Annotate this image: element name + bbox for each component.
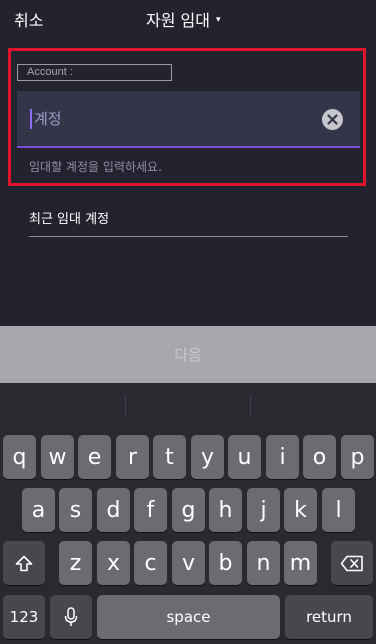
key-v[interactable]: v: [172, 541, 205, 585]
microphone-icon: [64, 607, 78, 626]
page-title: 자원 임대: [146, 11, 210, 30]
key-r[interactable]: r: [116, 435, 149, 479]
key-e[interactable]: e: [78, 435, 111, 479]
recent-accounts-label[interactable]: 최근 임대 계정: [29, 208, 109, 227]
top-bar: 취소 자원 임대 ▾: [0, 0, 376, 38]
helper-text: 임대할 계정을 입력하세요.: [29, 160, 162, 174]
key-y[interactable]: y: [191, 435, 224, 479]
key-w[interactable]: w: [41, 435, 74, 479]
next-button-label: 다음: [174, 346, 202, 364]
key-n[interactable]: n: [247, 541, 280, 585]
key-q[interactable]: q: [3, 435, 36, 479]
key-j[interactable]: j: [247, 488, 280, 532]
clear-icon[interactable]: [322, 109, 343, 130]
key-i[interactable]: i: [266, 435, 299, 479]
key-l[interactable]: l: [322, 488, 355, 532]
account-input-value: 계정: [34, 110, 62, 128]
key-a[interactable]: a: [22, 488, 55, 532]
key-c[interactable]: c: [134, 541, 167, 585]
divider: [29, 236, 348, 237]
key-d[interactable]: d: [97, 488, 130, 532]
key-f[interactable]: f: [134, 488, 167, 532]
dictation-key[interactable]: [50, 595, 92, 639]
space-key[interactable]: space: [97, 595, 280, 639]
numbers-key[interactable]: 123: [3, 595, 45, 639]
key-m[interactable]: m: [284, 541, 317, 585]
backspace-key[interactable]: [331, 541, 373, 585]
key-g[interactable]: g: [172, 488, 205, 532]
key-p[interactable]: p: [341, 435, 374, 479]
key-k[interactable]: k: [284, 488, 317, 532]
next-button[interactable]: 다음: [0, 326, 376, 383]
cancel-button[interactable]: 취소: [14, 7, 43, 31]
key-z[interactable]: z: [59, 541, 92, 585]
return-key[interactable]: return: [285, 595, 373, 639]
backspace-icon: [340, 555, 363, 571]
chevron-down-icon: ▾: [215, 15, 221, 25]
suggestion-divider: [250, 395, 251, 417]
key-s[interactable]: s: [59, 488, 92, 532]
shift-key[interactable]: [3, 541, 45, 585]
key-b[interactable]: b: [209, 541, 242, 585]
keyboard: q w e r t y u i o p a s d f g h j k l z …: [0, 383, 376, 644]
account-input[interactable]: 계정: [17, 91, 360, 148]
key-x[interactable]: x: [97, 541, 130, 585]
shift-icon: [15, 555, 33, 571]
key-o[interactable]: o: [303, 435, 336, 479]
title-dropdown[interactable]: 자원 임대 ▾: [146, 7, 221, 31]
account-label: Account :: [17, 64, 172, 81]
key-t[interactable]: t: [153, 435, 186, 479]
key-u[interactable]: u: [228, 435, 261, 479]
key-h[interactable]: h: [209, 488, 242, 532]
suggestion-divider: [125, 395, 126, 417]
text-cursor: [30, 109, 32, 129]
